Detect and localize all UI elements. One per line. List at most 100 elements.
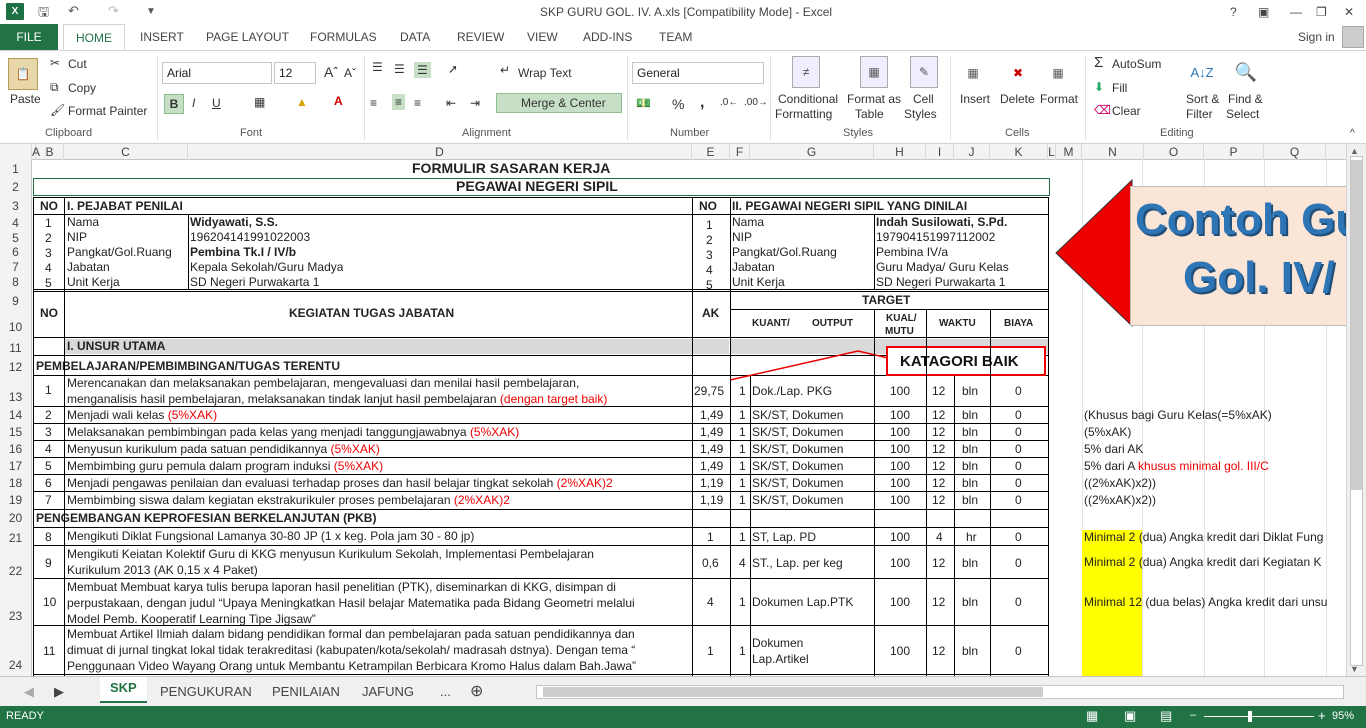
tab-team[interactable]: TEAM (659, 30, 692, 44)
clear-icon[interactable]: ⌫ (1094, 103, 1111, 117)
column-header-q[interactable]: Q (1264, 144, 1326, 160)
percent-button[interactable]: % (672, 96, 684, 112)
tab-home[interactable]: HOME (63, 24, 125, 51)
cut-button[interactable]: Cut (68, 57, 87, 71)
column-header-n[interactable]: N (1082, 144, 1144, 160)
next-sheet-icon[interactable]: ▶ (44, 681, 74, 703)
font-color-icon[interactable]: A (334, 94, 343, 108)
format-cells-icon[interactable]: ▦ (1046, 58, 1070, 88)
more-sheets-button[interactable]: ... (430, 681, 461, 703)
column-header-c[interactable]: C (64, 144, 188, 160)
bold-button[interactable]: B (164, 94, 184, 114)
cut-icon[interactable]: ✂ (50, 56, 60, 70)
increase-font-icon[interactable]: Aˆ (324, 64, 338, 80)
cell-styles-icon[interactable]: ✎ (910, 56, 938, 88)
select-all-button[interactable] (0, 144, 32, 160)
font-name-select[interactable]: Arial (162, 62, 272, 84)
row-header[interactable]: 16 (0, 442, 31, 456)
copy-icon[interactable]: ⧉ (50, 80, 59, 95)
column-header-p[interactable]: P (1204, 144, 1264, 160)
add-sheet-icon[interactable]: ⊕ (460, 678, 493, 700)
conditional-formatting-button[interactable]: Conditional (778, 92, 838, 106)
format-cells-button[interactable]: Format (1040, 92, 1078, 106)
column-header-b[interactable]: B (36, 144, 64, 160)
font-size-select[interactable]: 12 (274, 62, 316, 84)
format-painter-icon[interactable]: 🖌 (50, 103, 65, 117)
cell-styles-button[interactable]: Cell (913, 92, 934, 106)
fill-color-icon[interactable]: ▲ (296, 95, 308, 109)
format-painter-button[interactable]: Format Painter (68, 104, 147, 118)
align-right-icon[interactable]: ≡ (414, 96, 421, 110)
format-as-table-icon[interactable]: ▦ (860, 56, 888, 88)
cell-styles-label2[interactable]: Styles (904, 107, 937, 121)
autosum-icon[interactable]: Σ (1094, 54, 1103, 71)
sign-in-link[interactable]: Sign in (1298, 30, 1335, 44)
row-header[interactable]: 4 (0, 216, 31, 230)
tab-file[interactable]: FILE (0, 24, 58, 50)
minimize-button[interactable]: — (1290, 5, 1302, 19)
copy-button[interactable]: Copy (68, 81, 96, 95)
row-header[interactable]: 19 (0, 493, 31, 507)
row-header[interactable]: 2 (0, 180, 31, 194)
underline-button[interactable]: U (212, 96, 221, 110)
insert-cells-icon[interactable]: ▦ (962, 58, 984, 88)
clear-button[interactable]: Clear (1112, 104, 1141, 118)
accounting-format-icon[interactable]: 💵 (636, 96, 651, 110)
decrease-decimal-icon[interactable]: .00→ (744, 97, 768, 108)
row-header[interactable]: 6 (0, 245, 31, 259)
account-avatar[interactable] (1342, 26, 1364, 48)
delete-cells-icon[interactable]: ✖ (1004, 58, 1032, 88)
conditional-formatting-icon[interactable]: ≠ (792, 56, 820, 88)
row-header[interactable]: 9 (0, 294, 31, 308)
column-header-i[interactable]: I (926, 144, 954, 160)
sort-filter-button[interactable]: Sort & (1186, 92, 1219, 106)
orientation-icon[interactable]: ➚ (448, 62, 458, 76)
zoom-slider-thumb[interactable] (1248, 711, 1252, 722)
row-header[interactable]: 24 (0, 658, 31, 672)
align-middle-icon[interactable]: ☰ (394, 62, 405, 76)
undo-icon[interactable]: ↶ (68, 3, 79, 19)
vertical-scrollbar[interactable]: ▲ ▼ (1346, 144, 1366, 676)
borders-icon[interactable]: ▦ (254, 95, 265, 109)
italic-button[interactable]: I (192, 96, 195, 110)
customize-qat-icon[interactable]: ▼ (146, 6, 156, 17)
zoom-out-icon[interactable]: – (1190, 709, 1196, 721)
sheet-tab-pengukuran[interactable]: PENGUKURAN (150, 681, 262, 703)
row-header[interactable]: 14 (0, 408, 31, 422)
increase-decimal-icon[interactable]: .0← (720, 97, 738, 108)
row-header[interactable]: 7 (0, 260, 31, 274)
wrap-text-button[interactable]: Wrap Text (518, 66, 572, 80)
number-format-select[interactable]: General (632, 62, 764, 84)
align-left-icon[interactable]: ≡ (370, 96, 377, 110)
close-button[interactable]: ✕ (1344, 5, 1354, 19)
column-header-m[interactable]: M (1056, 144, 1082, 160)
row-header[interactable]: 11 (0, 341, 31, 355)
collapse-ribbon-icon[interactable]: ^ (1350, 128, 1355, 139)
zoom-level[interactable]: 95% (1332, 710, 1354, 722)
row-header[interactable]: 18 (0, 476, 31, 490)
row-header[interactable]: 8 (0, 275, 31, 289)
column-header-e[interactable]: E (692, 144, 730, 160)
tab-view[interactable]: VIEW (527, 30, 558, 44)
fill-icon[interactable]: ⬇ (1094, 80, 1104, 94)
decrease-indent-icon[interactable]: ⇤ (446, 96, 456, 110)
column-header-d[interactable]: D (188, 144, 692, 160)
comma-button[interactable]: , (700, 94, 704, 112)
column-header-l[interactable]: L (1048, 144, 1056, 160)
find-select-button[interactable]: Find & (1228, 92, 1263, 106)
row-header[interactable]: 5 (0, 231, 31, 245)
row-header[interactable]: 10 (0, 320, 31, 334)
row-header[interactable]: 23 (0, 609, 31, 623)
restore-button[interactable]: ❐ (1316, 5, 1327, 19)
tab-insert[interactable]: INSERT (140, 30, 184, 44)
wrap-text-icon[interactable]: ↵ (500, 63, 510, 77)
zoom-slider[interactable] (1204, 716, 1314, 717)
help-button[interactable]: ? (1230, 5, 1237, 19)
insert-cells-button[interactable]: Insert (960, 92, 990, 106)
row-header[interactable]: 13 (0, 390, 31, 404)
paste-icon[interactable]: 📋 (8, 58, 38, 90)
autosum-button[interactable]: AutoSum (1112, 57, 1161, 71)
row-header[interactable]: 15 (0, 425, 31, 439)
align-bottom-icon[interactable]: ☰ (414, 62, 431, 78)
row-header[interactable]: 3 (0, 199, 31, 213)
